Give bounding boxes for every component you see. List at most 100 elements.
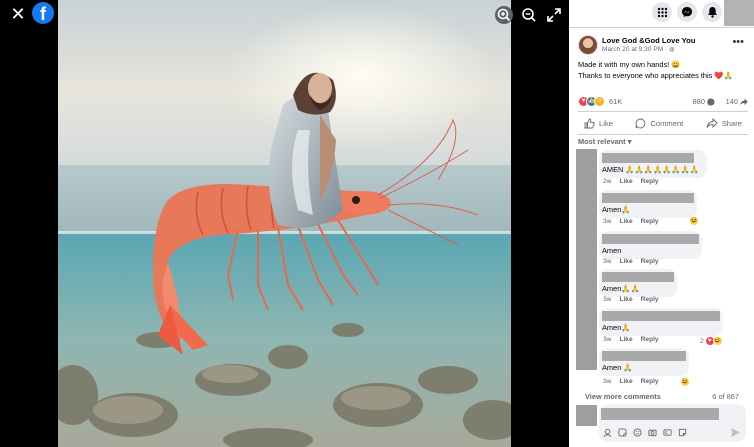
share-count[interactable]: 140 <box>726 97 748 106</box>
laugh-reaction-icon: 😆 <box>712 336 723 346</box>
photo-viewer: ✕ f <box>0 0 569 447</box>
author-avatar[interactable] <box>578 35 598 55</box>
post-actions: Like Comment Share <box>578 114 748 132</box>
comment-text: Amen🙏 <box>602 205 631 214</box>
comment-like-button[interactable]: Like <box>619 178 632 185</box>
comment-page-count: 6 of 867 <box>712 392 739 401</box>
comment-reply-button[interactable]: Reply <box>641 296 659 303</box>
like-label: Like <box>599 118 613 128</box>
comment-count[interactable]: 880 <box>693 97 715 106</box>
composer-avatar-redacted <box>576 405 597 426</box>
comment-bubble: Amen🙏 <box>599 308 723 336</box>
post-author[interactable]: Love God &God Love You <box>602 36 695 45</box>
comment-meta: 3w Like Reply <box>603 378 667 385</box>
commenter-name-redacted[interactable] <box>602 153 694 163</box>
comment-text: AMEN 🙏🙏🙏🙏🙏🙏🙏🙏 <box>602 165 700 174</box>
account-avatar[interactable] <box>724 0 754 26</box>
reaction-icons[interactable]: ♥ 👍 ☺ <box>578 96 605 107</box>
emoji-icon[interactable] <box>633 428 642 437</box>
comment-meta: 3w Like Reply <box>603 336 667 343</box>
composer-tools <box>603 428 687 437</box>
fullscreen-icon[interactable] <box>544 5 564 25</box>
sticker-pack-icon[interactable] <box>678 428 687 437</box>
comment-like-button[interactable]: Like <box>619 378 632 385</box>
comment-like-button[interactable]: Like <box>619 296 632 303</box>
like-button[interactable]: Like <box>578 114 619 132</box>
comment-item: Amen🙏🙏 <box>599 269 677 297</box>
post-time-text[interactable]: March 20 at 9:30 PM · <box>602 46 669 53</box>
comment-time[interactable]: 3w <box>603 378 611 385</box>
post-timestamp[interactable]: March 20 at 9:30 PM · ◍ <box>602 46 674 53</box>
comment-label: Comment <box>650 118 684 128</box>
comment-reply-button[interactable]: Reply <box>641 218 659 225</box>
commenter-name-redacted[interactable] <box>602 351 686 361</box>
post-panel: Love God &God Love You March 20 at 9:30 … <box>569 0 754 447</box>
comment-sort-dropdown[interactable]: Most relevant ▾ <box>578 137 631 146</box>
comment-item: Amen 🙏 😆 <box>599 348 690 387</box>
comment-bubble: Amen 🙏 <box>599 348 689 376</box>
comment-meta: 3w Like Reply <box>603 218 667 225</box>
zoom-out-icon[interactable] <box>519 5 539 25</box>
comment-bubble: Amen <box>599 231 702 259</box>
comment-reply-button[interactable]: Reply <box>641 378 659 385</box>
notifications-bell-icon[interactable] <box>702 2 722 22</box>
comment-count-value: 880 <box>692 97 705 106</box>
comment-reply-button[interactable]: Reply <box>641 336 659 343</box>
post-photo <box>58 0 511 447</box>
comment-reaction-count: 2 <box>700 337 704 345</box>
comment-bubble: Amen🙏🙏 <box>599 269 677 297</box>
commenter-name-redacted[interactable] <box>602 193 694 203</box>
close-icon[interactable]: ✕ <box>8 4 28 24</box>
comment-like-button[interactable]: Like <box>619 336 632 343</box>
reaction-count[interactable]: 61K <box>609 97 622 106</box>
camera-icon[interactable] <box>648 428 657 437</box>
comment-text: Amen🙏🙏 <box>602 284 640 293</box>
comment-time[interactable]: 3w <box>603 336 611 343</box>
comment-time[interactable]: 3w <box>603 258 611 265</box>
comment-like-button[interactable]: Like <box>619 258 632 265</box>
comment-time[interactable]: 3w <box>603 296 611 303</box>
comment-text: Amen <box>602 246 622 255</box>
sticker-icon[interactable] <box>618 428 627 437</box>
gif-icon[interactable] <box>663 428 672 437</box>
commenter-name-redacted[interactable] <box>602 234 699 244</box>
post-text: Made it with my own hands! 😀 Thanks to e… <box>578 59 748 81</box>
comment-meta: 2w Like Reply <box>603 178 667 185</box>
zoom-in-icon[interactable] <box>494 5 514 25</box>
comment-text: Amen 🙏 <box>602 363 633 372</box>
comment-bubble: Amen🙏 <box>599 190 697 218</box>
view-more-comments-link[interactable]: View more comments <box>585 392 661 401</box>
comment-time[interactable]: 3w <box>603 218 611 225</box>
send-icon[interactable] <box>730 427 741 438</box>
share-button[interactable]: Share <box>700 114 748 132</box>
laugh-reaction-icon[interactable]: 😆 <box>680 377 690 387</box>
share-icon <box>706 117 718 128</box>
apps-grid-icon[interactable] <box>652 2 672 22</box>
comment-bubble-icon <box>707 97 715 105</box>
top-bar <box>569 0 754 26</box>
post-text-line-1: Made it with my own hands! 😀 <box>578 60 681 69</box>
comment-reactions[interactable]: 2 ♥ 😆 <box>700 336 723 346</box>
avatar-sticker-icon[interactable] <box>603 428 612 437</box>
commenter-name-redacted[interactable] <box>602 311 720 321</box>
share-label: Share <box>721 118 742 128</box>
facebook-logo[interactable]: f <box>32 2 54 24</box>
comment-reply-button[interactable]: Reply <box>641 178 659 185</box>
thumbs-up-icon <box>584 118 595 128</box>
more-options-icon[interactable]: ••• <box>732 36 744 48</box>
share-arrow-icon <box>740 98 748 105</box>
comment-like-button[interactable]: Like <box>619 218 632 225</box>
comment-item: Amen🙏 2 ♥ 😆 <box>599 308 723 346</box>
laugh-reaction-icon[interactable]: 😆 <box>689 216 699 226</box>
comment-time[interactable]: 2w <box>603 178 611 185</box>
comment-button[interactable]: Comment <box>629 114 689 132</box>
comment-text: Amen🙏 <box>602 323 631 332</box>
comment-input-redacted[interactable] <box>601 408 719 420</box>
comment-item: AMEN 🙏🙏🙏🙏🙏🙏🙏🙏 <box>599 150 707 178</box>
messenger-icon[interactable] <box>677 2 697 22</box>
comment-composer[interactable] <box>599 404 746 442</box>
comment-reply-button[interactable]: Reply <box>641 258 659 265</box>
commenter-name-redacted[interactable] <box>602 272 674 282</box>
comment-item: Amen <box>599 231 702 259</box>
reaction-summary: ♥ 👍 ☺ 61K 880 140 <box>578 95 748 109</box>
